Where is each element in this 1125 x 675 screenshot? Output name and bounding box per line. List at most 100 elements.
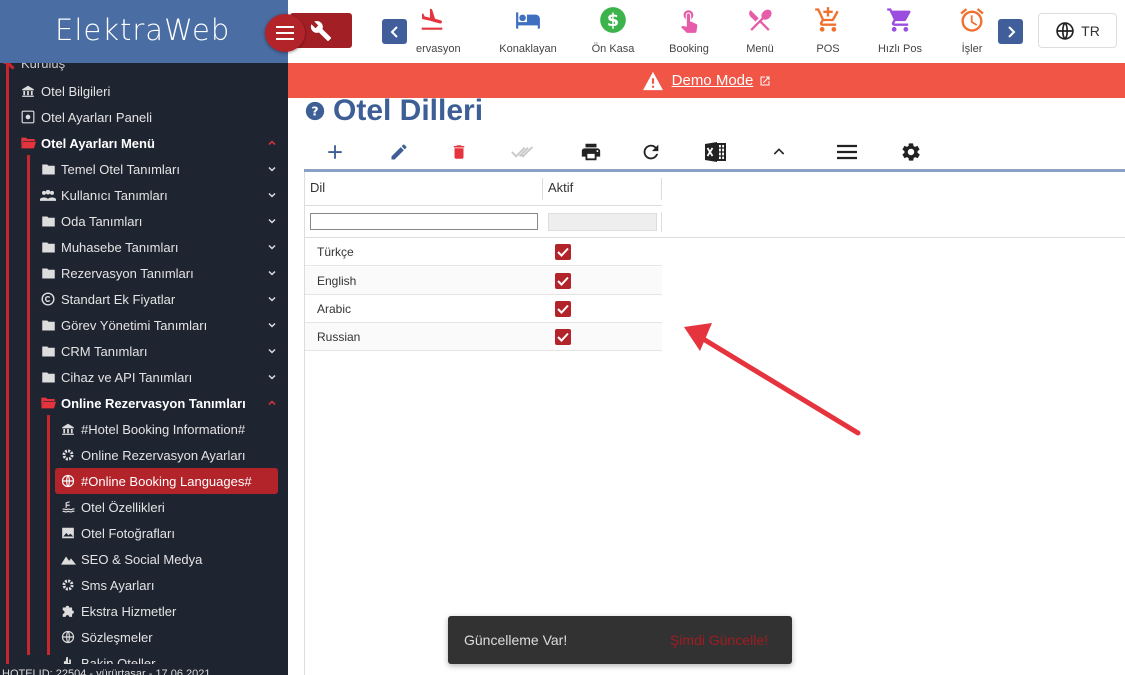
chevron-down-icon [266, 319, 278, 334]
folder-icon [40, 370, 56, 384]
excel-export-button[interactable] [703, 140, 727, 164]
bank-icon [20, 84, 36, 98]
sidebar-item-oda[interactable]: Oda Tanımları [40, 208, 278, 234]
topnav-label: Booking [669, 43, 709, 55]
top-toolbar: ervasyon Konaklayan $ Ön Kasa Booking Me… [288, 0, 1125, 63]
help-icon[interactable]: ? [305, 101, 325, 121]
approve-button[interactable] [511, 140, 535, 164]
gear-icon [902, 143, 920, 161]
refresh-icon [643, 144, 659, 160]
sidebar-item-seo-social[interactable]: SEO & Social Medya [60, 546, 278, 572]
sidebar-item-gorev-yonetimi[interactable]: Görev Yönetimi Tanımları [40, 312, 278, 338]
active-checkbox[interactable] [555, 301, 571, 317]
touch-icon [681, 10, 698, 33]
double-check-icon [511, 146, 534, 158]
sidebar-item-otel-bilgileri[interactable]: Otel Bilgileri [20, 78, 278, 104]
sidebar-item-label: Otel Özellikleri [81, 499, 165, 515]
topnav-label: Ön Kasa [591, 43, 635, 55]
sidebar-item-otel-ayarlari-paneli[interactable]: Otel Ayarları Paneli [20, 104, 278, 130]
filter-row [305, 206, 1125, 238]
filter-aktif-select[interactable] [548, 213, 657, 231]
table-row[interactable]: Arabic [305, 295, 662, 323]
active-checkbox[interactable] [555, 244, 571, 260]
topnav-label: ervasyon [416, 43, 461, 55]
bank-icon [60, 422, 76, 436]
edit-button[interactable] [387, 140, 411, 164]
sidebar-item-crm[interactable]: CRM Tanımları [40, 338, 278, 364]
sidebar-item-muhasebe[interactable]: Muhasebe Tanımları [40, 234, 278, 260]
sidebar-item-otel-fotograflari[interactable]: Otel Fotoğrafları [60, 520, 278, 546]
sidebar-item-online-rez-ayarlari[interactable]: Online Rezervasyon Ayarları [60, 442, 278, 468]
topnav-on-kasa[interactable]: $ Ön Kasa [573, 5, 653, 61]
sidebar-item-temel-otel[interactable]: Temel Otel Tanımları [40, 156, 278, 182]
sidebar-item-label: Görev Yönetimi Tanımları [61, 317, 208, 333]
sidebar-item-ekstra-hizmetler[interactable]: Ekstra Hizmetler [60, 598, 278, 624]
refresh-button[interactable] [639, 140, 663, 164]
active-checkbox[interactable] [555, 273, 571, 289]
sidebar-item-label: CRM Tanımları [61, 343, 148, 359]
annotation-arrow [684, 323, 861, 436]
topnav-booking[interactable]: Booking [649, 5, 729, 61]
scroll-right-button[interactable] [998, 19, 1023, 44]
sidebar-item-sms-ayarlari[interactable]: Sms Ayarları [60, 572, 278, 598]
chevron-down-icon [266, 241, 278, 256]
grid-settings-button[interactable] [899, 140, 923, 164]
delete-button[interactable] [447, 140, 471, 164]
sidebar-item-label: Online Rezervasyon Ayarları [81, 447, 246, 463]
topnav-rezervasyon[interactable]: ervasyon [388, 5, 468, 61]
sidebar-item-otel-ayarlari-menu[interactable]: Otel Ayarları Menü [20, 130, 278, 156]
open-in-new-icon[interactable] [759, 75, 771, 87]
chevron-up-icon [266, 137, 278, 152]
topnav-pos[interactable]: POS [788, 5, 868, 61]
chevron-down-icon [266, 163, 278, 178]
table-row[interactable]: English [305, 267, 662, 295]
chevron-down-icon [266, 371, 278, 386]
topnav-konaklayan[interactable]: Konaklayan [488, 5, 568, 61]
sidebar-item-cihaz-api[interactable]: Cihaz ve API Tanımları [40, 364, 278, 390]
filter-dil-input[interactable] [310, 213, 538, 230]
update-now-button[interactable]: Şimdi Güncelle! [670, 632, 768, 648]
demo-mode-link[interactable]: Demo Mode [672, 72, 754, 89]
topnav-label: İşler [961, 43, 983, 55]
sidebar-item-sozlesmeler[interactable]: Sözleşmeler [60, 624, 278, 650]
print-button[interactable] [579, 140, 603, 164]
sidebar-item-hotel-booking-info[interactable]: #Hotel Booking Information# [60, 416, 278, 442]
menu-toggle-button[interactable] [265, 14, 305, 52]
update-toast: Güncelleme Var! Şimdi Güncelle! [448, 616, 792, 664]
sidebar-item-rezervasyon[interactable]: Rezervasyon Tanımları [40, 260, 278, 286]
row-language: Türkçe [317, 245, 354, 259]
language-button[interactable]: TR [1038, 13, 1117, 48]
sidebar-item-kullanici[interactable]: Kullanıcı Tanımları [40, 182, 278, 208]
sidebar-item-label: Sms Ayarları [81, 577, 155, 593]
sidebar-item-label: #Hotel Booking Information# [81, 421, 246, 437]
row-language: Russian [317, 330, 361, 344]
puzzle-icon [60, 604, 76, 618]
column-header-dil[interactable]: Dil [310, 180, 325, 195]
sidebar-item-label: Oda Tanımları [61, 213, 143, 229]
folder-icon [40, 162, 56, 176]
add-button[interactable] [323, 140, 347, 164]
topnav-hizli-pos[interactable]: Hızlı Pos [860, 5, 940, 61]
collapse-button[interactable] [767, 140, 791, 164]
brand-logo: ElektraWeb [55, 13, 231, 47]
active-checkbox[interactable] [555, 329, 571, 345]
column-header-aktif[interactable]: Aktif [548, 180, 573, 195]
grid-header: Dil Aktif [305, 172, 662, 206]
sidebar-item-standart-ek-fiyatlar[interactable]: Standart Ek Fiyatlar [40, 286, 278, 312]
sidebar-item-otel-ozellikleri[interactable]: Otel Özellikleri [60, 494, 278, 520]
folder-icon [40, 344, 56, 358]
row-language: Arabic [317, 302, 352, 316]
toast-message: Güncelleme Var! [464, 632, 568, 648]
columns-menu-button[interactable] [835, 140, 859, 164]
sidebar-item-label: Kullanıcı Tanımları [61, 187, 168, 203]
settings-box-icon [20, 110, 36, 124]
table-row[interactable]: Türkçe [305, 238, 662, 266]
sidebar-item-label: #Online Booking Languages# [81, 473, 252, 489]
dollar-icon: $ [600, 7, 626, 33]
topnav-label: POS [816, 43, 840, 55]
check-icon [557, 276, 569, 286]
sidebar-item-online-rezervasyon[interactable]: Online Rezervasyon Tanımları [40, 390, 278, 416]
warning-icon [642, 71, 663, 90]
table-row[interactable]: Russian [305, 323, 662, 351]
sidebar-item-online-booking-languages[interactable]: #Online Booking Languages# [55, 468, 278, 494]
